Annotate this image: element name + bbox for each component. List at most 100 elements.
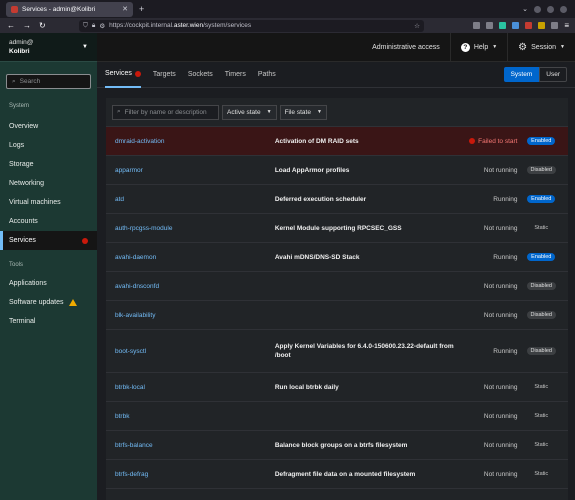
service-file-state: Disabled (524, 282, 560, 290)
service-unit-link[interactable]: btrfs-balance (115, 442, 275, 449)
sidebar-item-terminal[interactable]: Terminal (0, 312, 97, 331)
back-icon[interactable]: ← (7, 21, 15, 30)
sidebar-item-accounts[interactable]: Accounts (0, 212, 97, 231)
extension-blue-icon[interactable] (512, 22, 520, 29)
browser-tab[interactable]: Services - admin@Kolibri ✕ (6, 1, 133, 17)
service-description: Defragment file data on a mounted filesy… (274, 470, 416, 478)
sidebar-item-applications[interactable]: Applications (0, 274, 97, 293)
extension-red-icon[interactable] (525, 22, 533, 29)
tab-list-icon[interactable]: ⌄ (522, 5, 528, 13)
minimize-window-icon[interactable] (534, 5, 541, 13)
service-description: Apply Kernel Variables for 6.4.0-150600.… (274, 343, 454, 359)
table-row[interactable]: atd Deferred execution scheduler Running En… (106, 185, 568, 214)
service-active-state: Not running (483, 166, 518, 174)
bookmark-star-icon[interactable]: ☆ (414, 22, 420, 30)
sidebar-item-services[interactable]: Services (0, 231, 97, 250)
service-unit-link[interactable]: btrbk (115, 413, 275, 420)
host-user: admin@ (9, 39, 34, 46)
page-settings-icon[interactable]: ⚙︎ (99, 22, 105, 30)
caret-down-icon: ▼ (266, 109, 272, 115)
table-row[interactable]: blk-availability Not running Disabled (106, 301, 568, 330)
table-row[interactable]: auth-rpcgss-module Kernel Module supporti… (106, 214, 568, 243)
url-text: https://cockpit.internal.aster.wien/syst… (109, 22, 252, 29)
file-state-badge: Enabled (527, 195, 556, 203)
sidebar-item-software-updates[interactable]: Software updates (0, 293, 97, 312)
tab-services[interactable]: Services (105, 62, 141, 88)
masthead: Administrative access ? Help ▼ ⚙ Session… (97, 32, 575, 62)
table-row[interactable]: btrfs-balance Balance block groups on a b… (106, 431, 568, 460)
reload-icon[interactable]: ↻ (39, 21, 46, 30)
active-state-select[interactable]: Active state ▼ (222, 104, 277, 120)
service-unit-link[interactable]: btrfs-defrag (115, 471, 275, 478)
service-unit-link[interactable]: boot-sysctl (115, 348, 275, 355)
extensions-icon[interactable] (551, 22, 559, 29)
warning-icon (69, 299, 78, 306)
scope-user-button[interactable]: User (539, 67, 567, 82)
service-unit-link[interactable]: avahi-dnsconfd (115, 283, 275, 290)
session-menu-button[interactable]: ⚙ Session ▼ (507, 32, 575, 62)
sidebar-item-networking[interactable]: Networking (0, 174, 97, 193)
service-unit-link[interactable]: blk-availability (115, 312, 275, 319)
help-icon: ? (460, 42, 470, 52)
sidebar-search-input[interactable]: ⌕ Search (6, 74, 91, 89)
administrative-access-button[interactable]: Administrative access (362, 33, 450, 62)
table-row[interactable]: dmraid-activation Activation of DM RAID s… (106, 127, 568, 156)
table-row[interactable]: avahi-dnsconfd Not running Disabled (106, 272, 568, 301)
cockpit-favicon-icon (11, 5, 18, 13)
close-tab-icon[interactable]: ✕ (122, 5, 128, 13)
tab-sockets[interactable]: Sockets (188, 62, 213, 88)
filter-input[interactable]: ⌕ Filter by name or description (112, 104, 219, 120)
tab-targets[interactable]: Targets (153, 62, 176, 88)
host-name: Kolibri (9, 48, 30, 55)
section-label-system: System (9, 103, 30, 109)
sidebar-item-overview[interactable]: Overview (0, 117, 97, 136)
extension-yellow-icon[interactable] (538, 22, 546, 29)
service-unit-link[interactable]: auth-rpcgss-module (115, 225, 275, 232)
tab-paths[interactable]: Paths (258, 62, 276, 88)
service-file-state: Static (524, 224, 560, 232)
url-bar[interactable]: ⛉ 🔒︎ ⚙︎ https://cockpit.internal.aster.w… (79, 19, 424, 32)
caret-down-icon: ▼ (560, 44, 565, 50)
search-placeholder: Search (19, 78, 41, 85)
service-unit-link[interactable]: dmraid-activation (115, 138, 275, 145)
services-table: dmraid-activation Activation of DM RAID s… (106, 126, 568, 489)
forward-icon[interactable]: → (23, 21, 31, 30)
table-row[interactable]: boot-sysctl Apply Kernel Variables for 6.… (106, 330, 568, 373)
services-subnav: Services Targets Sockets Timers Paths Sy… (97, 62, 575, 88)
scope-system-button[interactable]: System (503, 67, 540, 82)
maximize-window-icon[interactable] (547, 5, 554, 13)
table-row[interactable]: apparmor Load AppArmor profiles Not runnin… (106, 156, 568, 185)
table-row[interactable]: btrbk-local Run local btrbk daily Not runn… (106, 373, 568, 402)
service-unit-link[interactable]: avahi-daemon (115, 254, 275, 261)
menu-icon[interactable]: ≡ (564, 21, 569, 30)
sidebar-item-virtual-machines[interactable]: Virtual machines (0, 193, 97, 212)
help-menu-button[interactable]: ? Help ▼ (449, 32, 507, 62)
sidebar-item-storage[interactable]: Storage (0, 155, 97, 174)
new-tab-icon[interactable]: + (139, 4, 144, 14)
service-active-state: Not running (483, 311, 518, 319)
service-unit-link[interactable]: btrbk-local (115, 384, 275, 391)
main-content: Services Targets Sockets Timers Paths Sy… (97, 62, 575, 500)
file-state-select[interactable]: File state ▼ (279, 104, 327, 120)
service-file-state: Static (524, 412, 560, 420)
service-description: Deferred execution scheduler (274, 195, 367, 203)
downloads-icon[interactable] (486, 22, 494, 29)
table-row[interactable]: btrfs-defrag Defragment file data on a mo… (106, 460, 568, 489)
table-row[interactable]: avahi-daemon Avahi mDNS/DNS-SD Stack Runni… (106, 243, 568, 272)
service-unit-link[interactable]: atd (115, 196, 275, 203)
caret-down-icon: ▼ (316, 109, 322, 115)
tab-timers[interactable]: Timers (225, 62, 246, 88)
table-row[interactable]: btrbk Not running Static (106, 402, 568, 431)
service-file-state: Enabled (524, 195, 560, 203)
service-unit-link[interactable]: apparmor (115, 167, 275, 174)
close-window-icon[interactable] (560, 5, 567, 13)
browser-nav-bar: ← → ↻ ⛉ 🔒︎ ⚙︎ https://cockpit.internal.a… (0, 18, 575, 33)
host-switcher[interactable]: admin@ Kolibri ▼ (0, 33, 97, 62)
pocket-icon[interactable] (473, 22, 481, 29)
sidebar-item-logs[interactable]: Logs (0, 136, 97, 155)
file-state-badge: Static (534, 384, 549, 390)
search-icon: ⌕ (117, 108, 121, 115)
service-active-state: Not running (483, 470, 518, 478)
browser-tab-bar: Services - admin@Kolibri ✕ + ⌄ (0, 0, 575, 18)
extension-green-icon[interactable] (499, 22, 507, 29)
